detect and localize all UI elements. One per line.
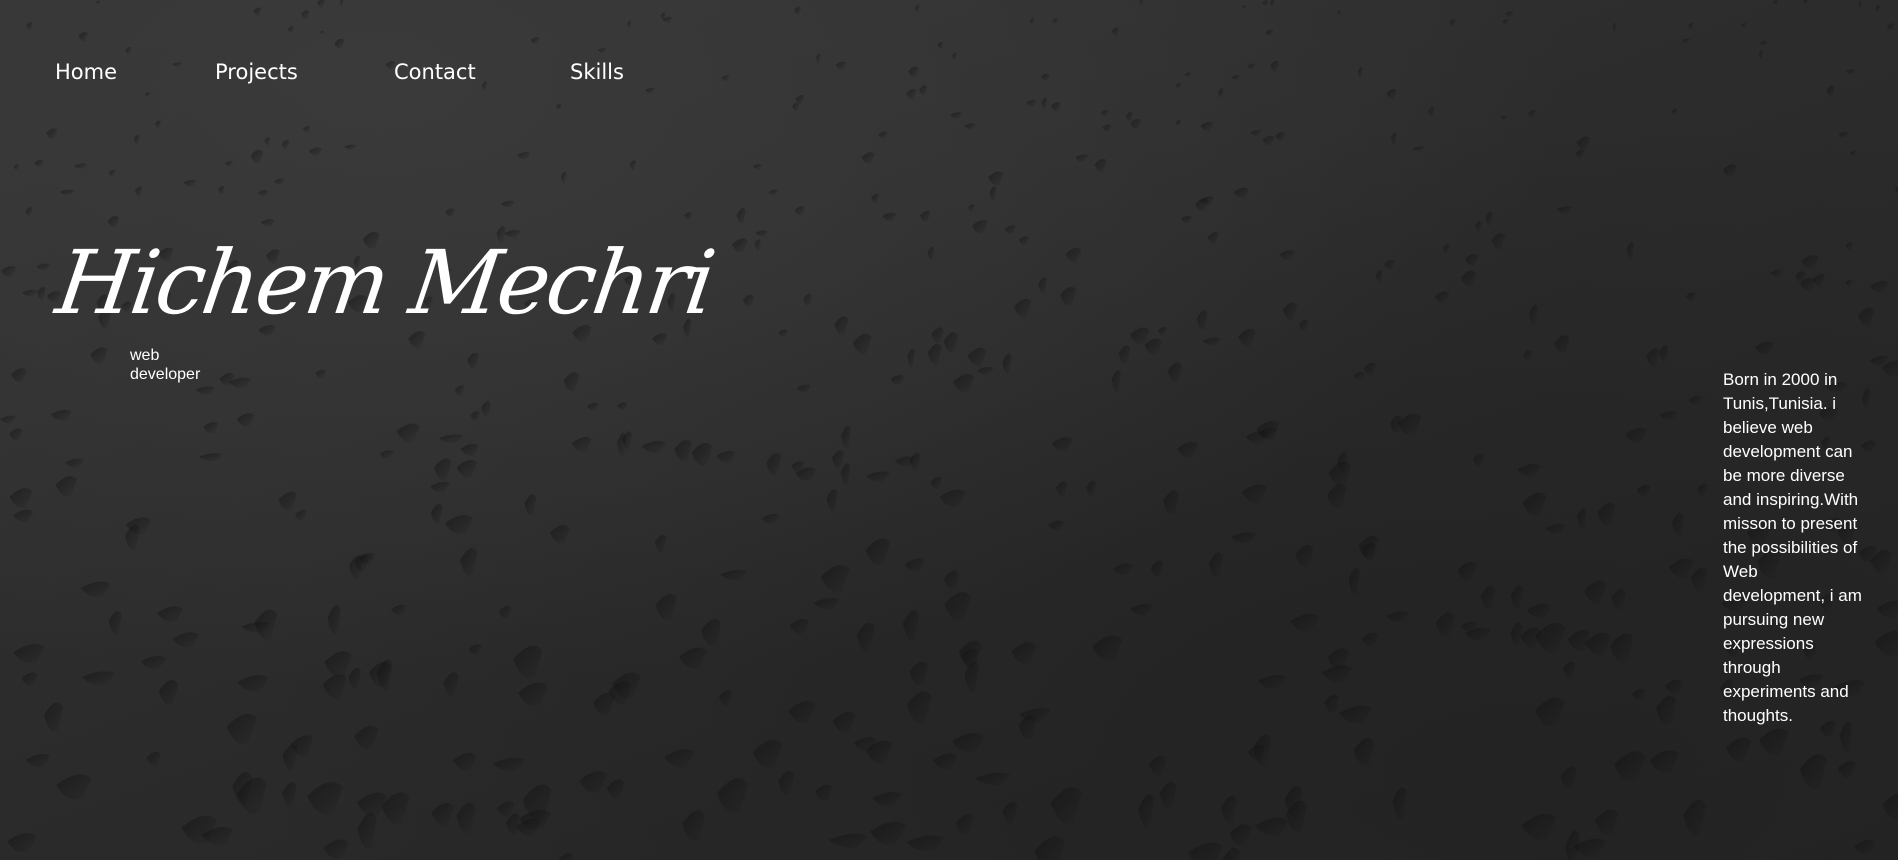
bio-paragraph: Born in 2000 in Tunis,Tunisia. i believe… [1723, 370, 1862, 725]
hero-role-subtitle: web developer [130, 347, 201, 383]
sand-texture-background [0, 0, 1898, 860]
page-background: Home Projects Contact Skills Hichem Mech… [0, 0, 1898, 860]
nav-link-home[interactable]: Home [55, 58, 117, 86]
nav-link-contact[interactable]: Contact [394, 58, 476, 86]
nav-link-skills[interactable]: Skills [570, 58, 624, 86]
hero-name-title: Hichem Mechri [50, 231, 719, 334]
nav-link-projects[interactable]: Projects [215, 58, 298, 86]
